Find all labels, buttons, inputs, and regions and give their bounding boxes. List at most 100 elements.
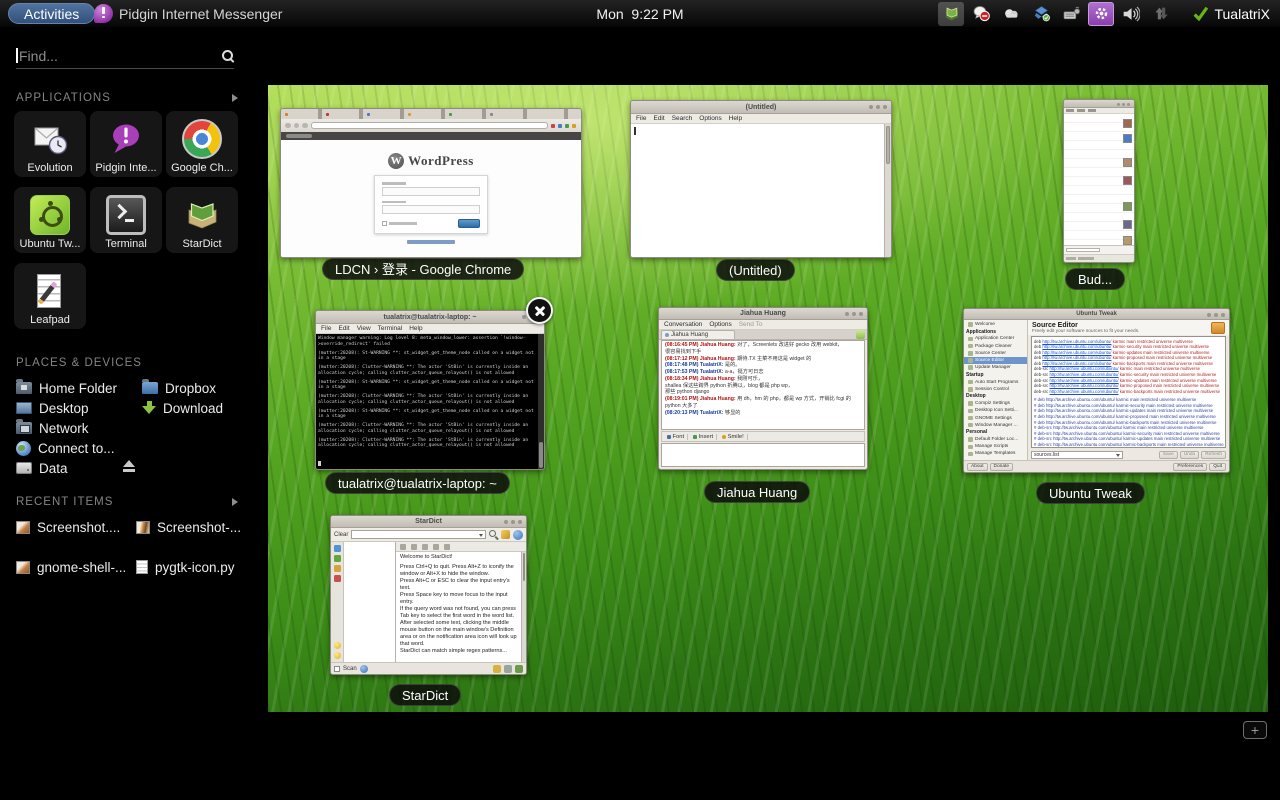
- message-input: [661, 443, 865, 467]
- bottom-button: About: [967, 463, 988, 471]
- recent-item[interactable]: Screenshot-...: [136, 519, 241, 535]
- place-connect-to[interactable]: Connect to...: [16, 440, 115, 456]
- editor-button: Save: [1159, 451, 1178, 459]
- menu-item: File: [321, 325, 331, 332]
- app-tile-pidgin[interactable]: Pidgin Inte...: [90, 111, 162, 177]
- network-updown-icon[interactable]: [1148, 2, 1174, 26]
- tweak-nav-item: GNOME Settings: [964, 414, 1027, 421]
- search-field[interactable]: [16, 43, 234, 69]
- overview-sidebar: APPLICATIONS Evolution Pidgin Inte... Go…: [0, 27, 268, 800]
- app-tile-stardict[interactable]: StarDict: [166, 187, 238, 253]
- wordpress-login-page: W WordPress: [281, 140, 581, 257]
- username-field: [382, 187, 480, 196]
- smiley-icon: [334, 652, 341, 659]
- buddy-avatar: [1123, 176, 1132, 185]
- home-folder-icon: [16, 382, 32, 394]
- volume-icon[interactable]: [1118, 2, 1144, 26]
- tweak-nav-item: Applications: [964, 328, 1027, 335]
- remember-me-checkbox: [382, 221, 387, 226]
- remember-me-label-bar: [389, 222, 417, 225]
- eject-icon[interactable]: [122, 460, 136, 472]
- search-icon: [222, 50, 234, 62]
- recent-item[interactable]: pygtk-icon.py: [136, 559, 235, 575]
- cloud-sync-tray-icon[interactable]: [998, 2, 1024, 26]
- stardict-tray-icon[interactable]: [938, 2, 964, 26]
- app-tile-terminal[interactable]: Terminal: [90, 187, 162, 253]
- app-tile-evolution[interactable]: Evolution: [14, 111, 86, 177]
- definition-paragraph: After selected some text, clicking the m…: [400, 620, 518, 648]
- chat-message: (08:17:48 PM) TualatriX: 是的。: [665, 362, 857, 369]
- toolbar-button: Smile!: [719, 434, 748, 440]
- place-desktop[interactable]: Desktop: [16, 400, 89, 416]
- window-controls: [883, 105, 888, 110]
- place-dropbox[interactable]: Dropbox: [142, 380, 216, 396]
- tweak-nav-item: Package Cleaner: [964, 343, 1027, 350]
- clear-button: Clear: [334, 532, 348, 538]
- window-label-stardict: StarDict: [389, 684, 461, 706]
- menu-item: Edit: [338, 325, 349, 332]
- network-icon: [16, 422, 32, 434]
- chat-message: (08:17:53 PM) TualatriX: a-a，挺方可日志: [665, 369, 857, 376]
- user-menu[interactable]: TualatriX: [1188, 0, 1274, 27]
- app-label: Terminal: [105, 238, 147, 250]
- window-thumbnail-buddy-list[interactable]: [1063, 99, 1135, 263]
- input-method-keyboard-icon[interactable]: [1058, 2, 1084, 26]
- chat-message: 那些 python django: [665, 389, 857, 396]
- terminal-icon: [106, 195, 146, 235]
- scrollbar: [884, 124, 891, 257]
- place-network[interactable]: Network: [16, 420, 89, 436]
- toolbar-button: Insert: [690, 434, 717, 440]
- tweak-sidebar: WelcomeApplicationsApplication CenterPac…: [964, 320, 1028, 460]
- drive-icon: [16, 462, 32, 474]
- commented-source-line: # deb http://tw.archive.ubuntu.com/ubunt…: [1034, 414, 1223, 420]
- stardict-statusbar: Scan: [331, 662, 526, 674]
- pidgin-status-tray-icon[interactable]: [968, 2, 994, 26]
- ibus-gear-tray-icon[interactable]: [1088, 2, 1114, 26]
- app-tile-ubuntu-tweak[interactable]: Ubuntu Tw...: [14, 187, 86, 253]
- window-thumbnail-ubuntu-tweak[interactable]: Ubuntu Tweak WelcomeApplicationsApplicat…: [963, 308, 1230, 473]
- window-label-leafpad: (Untitled): [716, 259, 795, 281]
- formatting-toolbar: FontInsertSmile!: [661, 431, 865, 442]
- app-label: Evolution: [27, 162, 72, 174]
- window-thumbnail-stardict[interactable]: StarDict Clear: [330, 515, 527, 675]
- app-tile-chrome[interactable]: Google Ch...: [166, 111, 238, 177]
- app-menu[interactable]: Pidgin Internet Messenger: [94, 3, 282, 24]
- add-workspace-button[interactable]: +: [1243, 721, 1267, 739]
- menubar: Conversation Options Send To: [659, 320, 867, 330]
- place-data-volume[interactable]: Data: [16, 460, 68, 476]
- scrollbar: [538, 334, 544, 469]
- close-window-button[interactable]: [526, 297, 553, 324]
- menu-item: File: [636, 115, 646, 122]
- recent-item[interactable]: gnome-shell-...: [16, 559, 126, 575]
- app-label: Pidgin Inte...: [95, 162, 156, 174]
- pidgin-icon: [106, 119, 146, 159]
- expand-arrow-icon[interactable]: [232, 94, 238, 102]
- password-label-bar: [382, 201, 406, 204]
- scrollbar: [521, 552, 526, 662]
- side-toolbar: [331, 542, 344, 662]
- recent-item[interactable]: Screenshot....: [16, 519, 120, 535]
- activities-button[interactable]: Activities: [8, 3, 95, 24]
- stardict-search-row: Clear: [331, 528, 526, 542]
- buddy-avatar: [1123, 134, 1132, 143]
- toolbar-button: Font: [664, 434, 688, 440]
- place-download[interactable]: Download: [142, 400, 223, 416]
- expand-arrow-icon[interactable]: [232, 498, 238, 506]
- window-thumbnail-terminal[interactable]: tualatrix@tualatrix-laptop: ~ FileEditVi…: [315, 310, 545, 470]
- window-thumbnail-chat[interactable]: Jiahua Huang Conversation Options Send T…: [658, 307, 868, 470]
- image-thumbnail-icon: [16, 561, 30, 574]
- search-input[interactable]: [19, 48, 222, 64]
- commented-source-line: # deb-src http://tw.archive.ubuntu.com/u…: [1034, 442, 1223, 448]
- titlebar: tualatrix@tualatrix-laptop: ~: [316, 311, 544, 324]
- window-thumbnail-chrome[interactable]: W WordPress: [280, 108, 582, 258]
- window-thumbnail-leafpad[interactable]: (Untitled) FileEditSearchOptionsHelp: [630, 100, 892, 258]
- place-home-folder[interactable]: Home Folder: [16, 380, 117, 396]
- tweak-nav-item: Welcome: [964, 321, 1027, 328]
- stardict-icon: [182, 195, 222, 235]
- tweak-nav-item: Compiz Settings: [964, 400, 1027, 407]
- buddy-avatar: [1123, 119, 1132, 128]
- tweak-bottom-bar: AboutDonate PreferencesQuit: [964, 460, 1229, 472]
- dropbox-tray-icon[interactable]: [1028, 2, 1054, 26]
- app-tile-leafpad[interactable]: Leafpad: [14, 263, 86, 329]
- word-input: [351, 530, 486, 539]
